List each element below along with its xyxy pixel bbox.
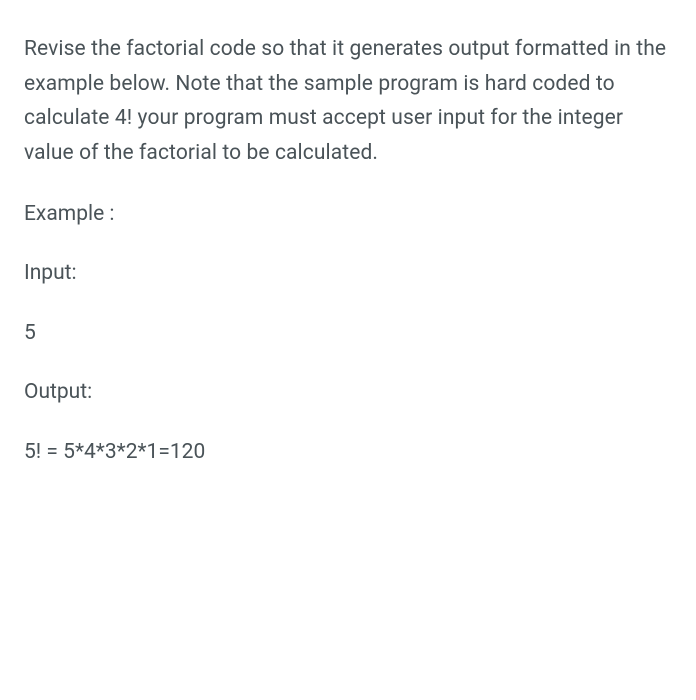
example-label: Example :	[24, 199, 672, 231]
output-label: Output:	[24, 377, 672, 409]
input-value: 5	[24, 318, 672, 350]
input-label: Input:	[24, 258, 672, 290]
problem-description: Revise the factorial code so that it gen…	[24, 32, 672, 171]
output-value: 5! = 5*4*3*2*1=120	[24, 437, 672, 469]
